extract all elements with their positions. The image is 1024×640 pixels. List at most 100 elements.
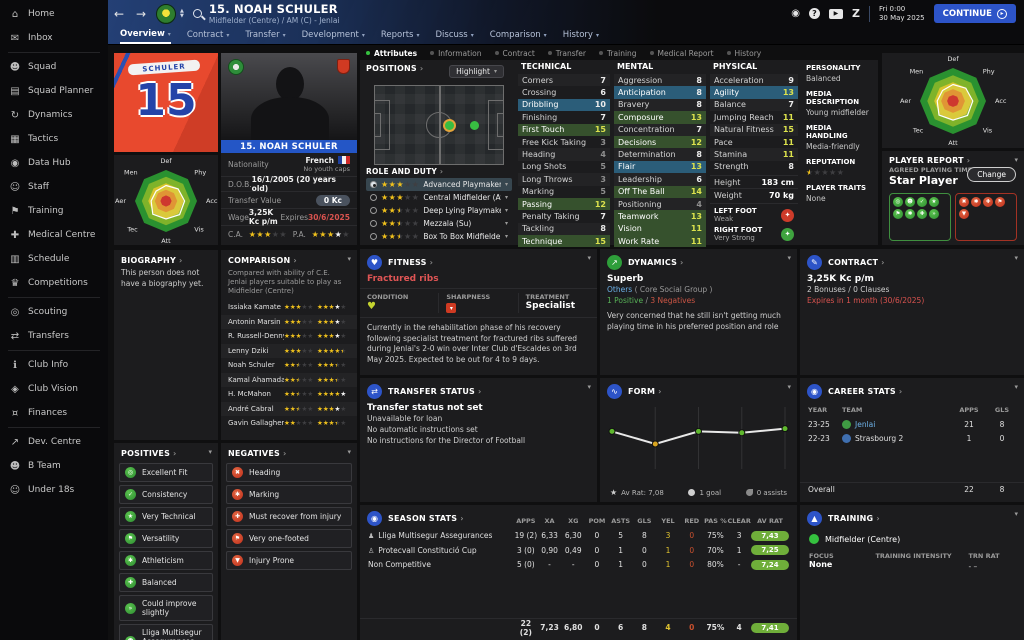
form-title[interactable]: FORM [628,387,662,396]
dynamics-title[interactable]: DYNAMICS [628,258,684,267]
sidebar-item-inbox[interactable]: ✉ Inbox [0,26,108,50]
sidebar-item-medical-centre[interactable]: ✚ Medical Centre [0,223,108,247]
chevron-down-icon[interactable]: ▾ [505,181,508,188]
highlight-dropdown[interactable]: Highlight▾ [449,65,504,78]
tab-comparison[interactable]: Comparison▾ [490,26,547,44]
controller-icon[interactable]: ◉ [791,8,800,19]
dynamics-negative[interactable]: 3 Negatives [650,296,695,305]
forward-icon[interactable]: → [130,7,152,21]
chevron-down-icon[interactable]: ▾ [587,254,591,262]
sidebar-item-transfers[interactable]: ⇄ Transfers [0,324,108,348]
sidebar-item-squad[interactable]: ☻ Squad [0,55,108,79]
positions-title[interactable]: POSITIONS [366,64,423,73]
youtube-icon[interactable]: ▶ [829,9,843,19]
role-option-advanced-playmaker-su[interactable]: ★★★★★ Advanced Playmaker (Su) ▾ [366,178,512,191]
chevron-down-icon[interactable]: ▾ [1014,510,1018,518]
training-title[interactable]: TRAINING [828,514,880,523]
chevron-down-icon[interactable]: ▾ [787,383,791,391]
continue-button[interactable]: CONTINUE▸ [934,4,1016,23]
medical-heart-icon: ♥ [367,255,382,270]
comparison-player-link[interactable]: Gavin Gallagher [228,419,284,427]
sidebar-item-b-team[interactable]: ☻ B Team [0,454,108,478]
radar-axis-label: Acc [206,197,218,205]
comparison-player-link[interactable]: Issiaka Kamate [228,303,284,311]
search-icon[interactable] [193,9,202,18]
chevron-down-icon[interactable]: ▾ [587,383,591,391]
fitness-title[interactable]: FITNESS [388,258,433,267]
chevron-down-icon[interactable]: ▾ [505,207,508,214]
chevron-down-icon[interactable]: ▾ [787,254,791,262]
sidebar-item-squad-planner[interactable]: ▤ Squad Planner [0,79,108,103]
career-stats-title[interactable]: CAREER STATS [828,387,902,396]
tab-discuss[interactable]: Discuss▾ [435,26,473,44]
chevron-down-icon[interactable]: ▾ [1014,254,1018,262]
dynamics-positive[interactable]: 1 Positive [607,296,643,305]
positives-title[interactable]: POSITIVES [121,449,177,458]
comparison-row: Issiaka Kamate ★★★★★ ★★★★★ [221,300,357,315]
player-cycle-chevrons[interactable]: ▲▼ [180,9,184,19]
role-option-central-midfielder-at[interactable]: ★★★★★ Central Midfielder (At) ▾ [366,191,512,204]
comparison-player-link[interactable]: Kamal Ahamada [228,376,284,384]
tab-reports[interactable]: Reports▾ [381,26,420,44]
subtab-medical-report[interactable]: Medical Report [650,49,714,58]
team-link[interactable]: Jenlai [842,420,950,429]
tab-development[interactable]: Development▾ [302,26,365,44]
club-vision-icon: ◈ [9,384,21,395]
club-crest-icon[interactable] [156,4,176,24]
sidebar-item-club-info[interactable]: ℹ Club Info [0,353,108,377]
transfer-status-title[interactable]: TRANSFER STATUS [388,387,482,396]
comparison-player-link[interactable]: André Cabral [228,405,284,413]
sidebar-item-data-hub[interactable]: ◉ Data Hub [0,151,108,175]
biography-title[interactable]: BIOGRAPHY [121,256,182,265]
sidebar-item-competitions[interactable]: ♛ Competitions [0,271,108,295]
sidebar-item-schedule[interactable]: ▥ Schedule [0,247,108,271]
tab-transfer[interactable]: Transfer▾ [245,26,285,44]
tab-contract[interactable]: Contract▾ [187,26,230,44]
comparison-player-link[interactable]: Lenny Dziki [228,347,284,355]
tab-overview[interactable]: Overview▾ [120,26,171,44]
chevron-down-icon[interactable]: ▾ [347,448,351,456]
chevron-down-icon[interactable]: ▾ [347,255,351,263]
chevron-down-icon[interactable]: ▾ [505,220,508,227]
back-icon[interactable]: ← [108,7,130,21]
sidebar-item-scouting[interactable]: ◎ Scouting [0,300,108,324]
z-logo-icon[interactable]: Z [852,7,860,20]
sidebar-item-club-vision[interactable]: ◈ Club Vision [0,377,108,401]
subtab-training[interactable]: Training [599,49,637,58]
chevron-down-icon[interactable]: ▾ [505,194,508,201]
sidebar-item-tactics[interactable]: ▦ Tactics [0,127,108,151]
player-report-title[interactable]: PLAYER REPORT [889,156,970,165]
comparison-player-link[interactable]: Antonin Marsin [228,318,284,326]
sidebar-item-dev-centre[interactable]: ↗ Dev. Centre [0,430,108,454]
chevron-down-icon[interactable]: ▾ [505,233,508,240]
change-button[interactable]: Change [967,167,1016,182]
comparison-player-link[interactable]: R. Russell-Denny [228,332,284,340]
sidebar-item-staff[interactable]: ☺ Staff [0,175,108,199]
role-option-deep-lying-playmaker-su[interactable]: ★★★★★ Deep Lying Playmaker (Su) ▾ [366,204,512,217]
sidebar-item-training[interactable]: ⚑ Training [0,199,108,223]
profile-section: PERSONALITY Balanced MEDIA DESCRIPTION Y… [806,62,874,203]
comparison-title[interactable]: COMPARISON [228,256,297,265]
role-option-box-to-box-midfielder-su[interactable]: ★★★★★ Box To Box Midfielder (Su) ▾ [366,230,512,243]
sidebar-item-finances[interactable]: ¤ Finances [0,401,108,425]
subtab-history[interactable]: History [727,49,762,58]
role-option-mezzala-su[interactable]: ★★★★★ Mezzala (Su) ▾ [366,217,512,230]
subtab-transfer[interactable]: Transfer [548,49,586,58]
chevron-down-icon[interactable]: ▾ [1014,156,1018,164]
negatives-title[interactable]: NEGATIVES [228,449,286,458]
subtab-information[interactable]: Information [430,49,481,58]
sidebar-item-dynamics[interactable]: ↻ Dynamics [0,103,108,127]
season-stats-title[interactable]: SEASON STATS [388,514,464,523]
chevron-down-icon[interactable]: ▾ [1014,383,1018,391]
help-icon[interactable]: ? [809,8,820,19]
sidebar-item-under-18s[interactable]: ☺ Under 18s [0,478,108,502]
comparison-player-link[interactable]: Noah Schuler [228,361,284,369]
comparison-player-link[interactable]: H. McMahon [228,390,284,398]
subtab-contract[interactable]: Contract [495,49,535,58]
sidebar-item-home[interactable]: ⌂ Home [0,2,108,26]
social-group-link[interactable]: Others [607,285,632,294]
subtab-attributes[interactable]: Attributes [366,49,417,58]
chevron-down-icon[interactable]: ▾ [208,448,212,456]
tab-history[interactable]: History▾ [563,26,599,44]
contract-title[interactable]: CONTRACT [828,258,885,267]
